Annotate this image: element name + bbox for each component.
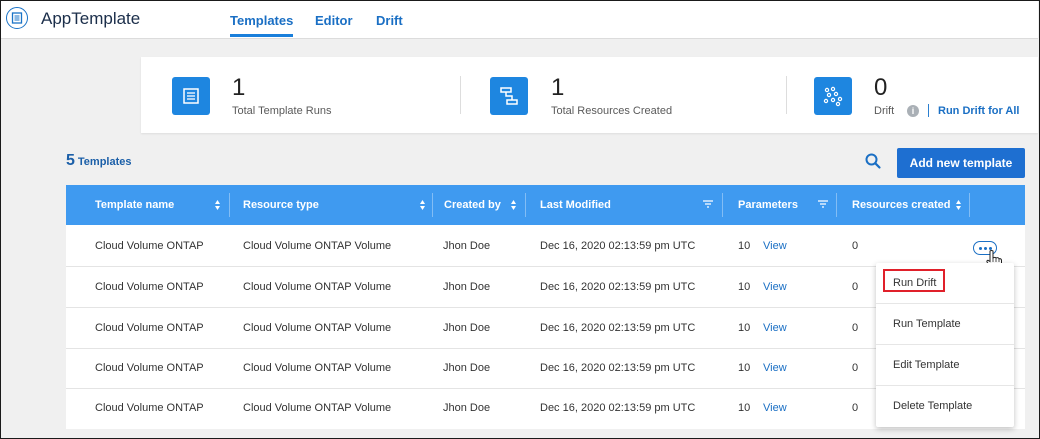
table-header: Template name Resource type Created by L… bbox=[66, 185, 1025, 225]
cell-created-by: Jhon Doe bbox=[443, 402, 491, 414]
table-row[interactable]: Cloud Volume ONTAP Cloud Volume ONTAP Vo… bbox=[66, 226, 1025, 267]
menu-item-label: Edit Template bbox=[893, 359, 960, 371]
cell-parameters: 10 bbox=[738, 240, 751, 252]
header-last-modified[interactable]: Last Modified bbox=[540, 199, 611, 211]
tab-drift[interactable]: Drift bbox=[376, 13, 403, 28]
app-title: AppTemplate bbox=[41, 9, 141, 28]
sort-icon[interactable] bbox=[956, 200, 961, 210]
info-icon[interactable]: i bbox=[907, 105, 919, 117]
app-template-icon bbox=[6, 7, 28, 29]
stats-divider bbox=[786, 76, 787, 114]
tab-templates[interactable]: Templates bbox=[230, 13, 294, 37]
tab-editor[interactable]: Editor bbox=[315, 13, 353, 28]
filter-icon[interactable] bbox=[703, 200, 713, 208]
cell-created-by: Jhon Doe bbox=[443, 240, 491, 252]
cell-parameters: 10 bbox=[738, 362, 751, 374]
cell-created-by: Jhon Doe bbox=[443, 362, 491, 374]
view-parameters-link[interactable]: View bbox=[763, 281, 787, 293]
cell-created-by: Jhon Doe bbox=[443, 281, 491, 293]
menu-item-label: Run Drift bbox=[893, 277, 937, 289]
templates-count: 5 Templates bbox=[66, 152, 132, 170]
total-runs-value: 1 bbox=[232, 74, 246, 101]
add-new-template-button[interactable]: Add new template bbox=[897, 148, 1025, 178]
top-bar: AppTemplate Templates Editor Drift bbox=[1, 1, 1038, 39]
sort-icon[interactable] bbox=[215, 200, 220, 210]
cell-last-modified: Dec 16, 2020 02:13:59 pm UTC bbox=[540, 362, 696, 374]
row-actions-menu: Run Drift Run Template Edit Template Del… bbox=[876, 263, 1014, 427]
stats-divider bbox=[460, 76, 461, 114]
cell-resources-created: 0 bbox=[852, 402, 859, 414]
view-parameters-link[interactable]: View bbox=[763, 322, 787, 334]
cell-resource-type: Cloud Volume ONTAP Volume bbox=[243, 281, 392, 293]
menu-item-label: Run Template bbox=[893, 318, 961, 330]
drift-icon bbox=[814, 77, 852, 115]
templates-count-label: Templates bbox=[77, 156, 132, 168]
header-resource-type[interactable]: Resource type bbox=[243, 199, 319, 211]
sort-icon[interactable] bbox=[420, 200, 425, 210]
cell-resource-type: Cloud Volume ONTAP Volume bbox=[243, 362, 392, 374]
cell-parameters: 10 bbox=[738, 322, 751, 334]
menu-item-label: Delete Template bbox=[893, 400, 973, 412]
cell-last-modified: Dec 16, 2020 02:13:59 pm UTC bbox=[540, 322, 696, 334]
cell-last-modified: Dec 16, 2020 02:13:59 pm UTC bbox=[540, 402, 696, 414]
cell-template-name: Cloud Volume ONTAP bbox=[95, 281, 204, 293]
cell-resource-type: Cloud Volume ONTAP Volume bbox=[243, 402, 392, 414]
menu-item-run-template[interactable]: Run Template bbox=[876, 304, 1014, 345]
cell-resources-created: 0 bbox=[852, 281, 859, 293]
templates-count-number: 5 bbox=[66, 152, 75, 169]
header-divider bbox=[432, 193, 433, 217]
run-drift-all-link[interactable]: Run Drift for All bbox=[938, 105, 1019, 117]
stats-panel: 1 Total Template Runs 1 Total Resources … bbox=[141, 57, 1038, 133]
view-parameters-link[interactable]: View bbox=[763, 362, 787, 374]
header-divider bbox=[229, 193, 230, 217]
cell-resource-type: Cloud Volume ONTAP Volume bbox=[243, 322, 392, 334]
cell-template-name: Cloud Volume ONTAP bbox=[95, 240, 204, 252]
cell-last-modified: Dec 16, 2020 02:13:59 pm UTC bbox=[540, 281, 696, 293]
sort-icon[interactable] bbox=[511, 200, 516, 210]
menu-item-delete-template[interactable]: Delete Template bbox=[876, 386, 1014, 426]
flow-icon bbox=[490, 77, 528, 115]
view-parameters-link[interactable]: View bbox=[763, 240, 787, 252]
total-resources-value: 1 bbox=[551, 74, 565, 101]
cell-last-modified: Dec 16, 2020 02:13:59 pm UTC bbox=[540, 240, 696, 252]
header-created-by[interactable]: Created by bbox=[444, 199, 501, 211]
menu-item-edit-template[interactable]: Edit Template bbox=[876, 345, 1014, 386]
cell-template-name: Cloud Volume ONTAP bbox=[95, 402, 204, 414]
header-resources-created[interactable]: Resources created bbox=[852, 199, 950, 211]
cell-parameters: 10 bbox=[738, 402, 751, 414]
header-divider bbox=[525, 193, 526, 217]
view-parameters-link[interactable]: View bbox=[763, 402, 787, 414]
menu-item-run-drift[interactable]: Run Drift bbox=[876, 263, 1014, 304]
total-resources-label: Total Resources Created bbox=[551, 105, 673, 117]
header-divider bbox=[722, 193, 723, 217]
header-template-name[interactable]: Template name bbox=[95, 199, 174, 211]
cell-resource-type: Cloud Volume ONTAP Volume bbox=[243, 240, 392, 252]
filter-icon[interactable] bbox=[818, 200, 828, 208]
cell-resources-created: 0 bbox=[852, 240, 859, 252]
search-icon[interactable] bbox=[864, 152, 882, 170]
cell-created-by: Jhon Doe bbox=[443, 322, 491, 334]
cell-resources-created: 0 bbox=[852, 322, 859, 334]
header-parameters[interactable]: Parameters bbox=[738, 199, 798, 211]
header-divider bbox=[969, 193, 970, 217]
cell-parameters: 10 bbox=[738, 281, 751, 293]
link-divider bbox=[928, 104, 929, 117]
total-runs-label: Total Template Runs bbox=[232, 105, 332, 117]
drift-value: 0 bbox=[874, 74, 888, 101]
drift-label: Drift bbox=[874, 105, 895, 117]
document-icon bbox=[172, 77, 210, 115]
header-divider bbox=[836, 193, 837, 217]
cell-resources-created: 0 bbox=[852, 362, 859, 374]
cell-template-name: Cloud Volume ONTAP bbox=[95, 362, 204, 374]
cell-template-name: Cloud Volume ONTAP bbox=[95, 322, 204, 334]
